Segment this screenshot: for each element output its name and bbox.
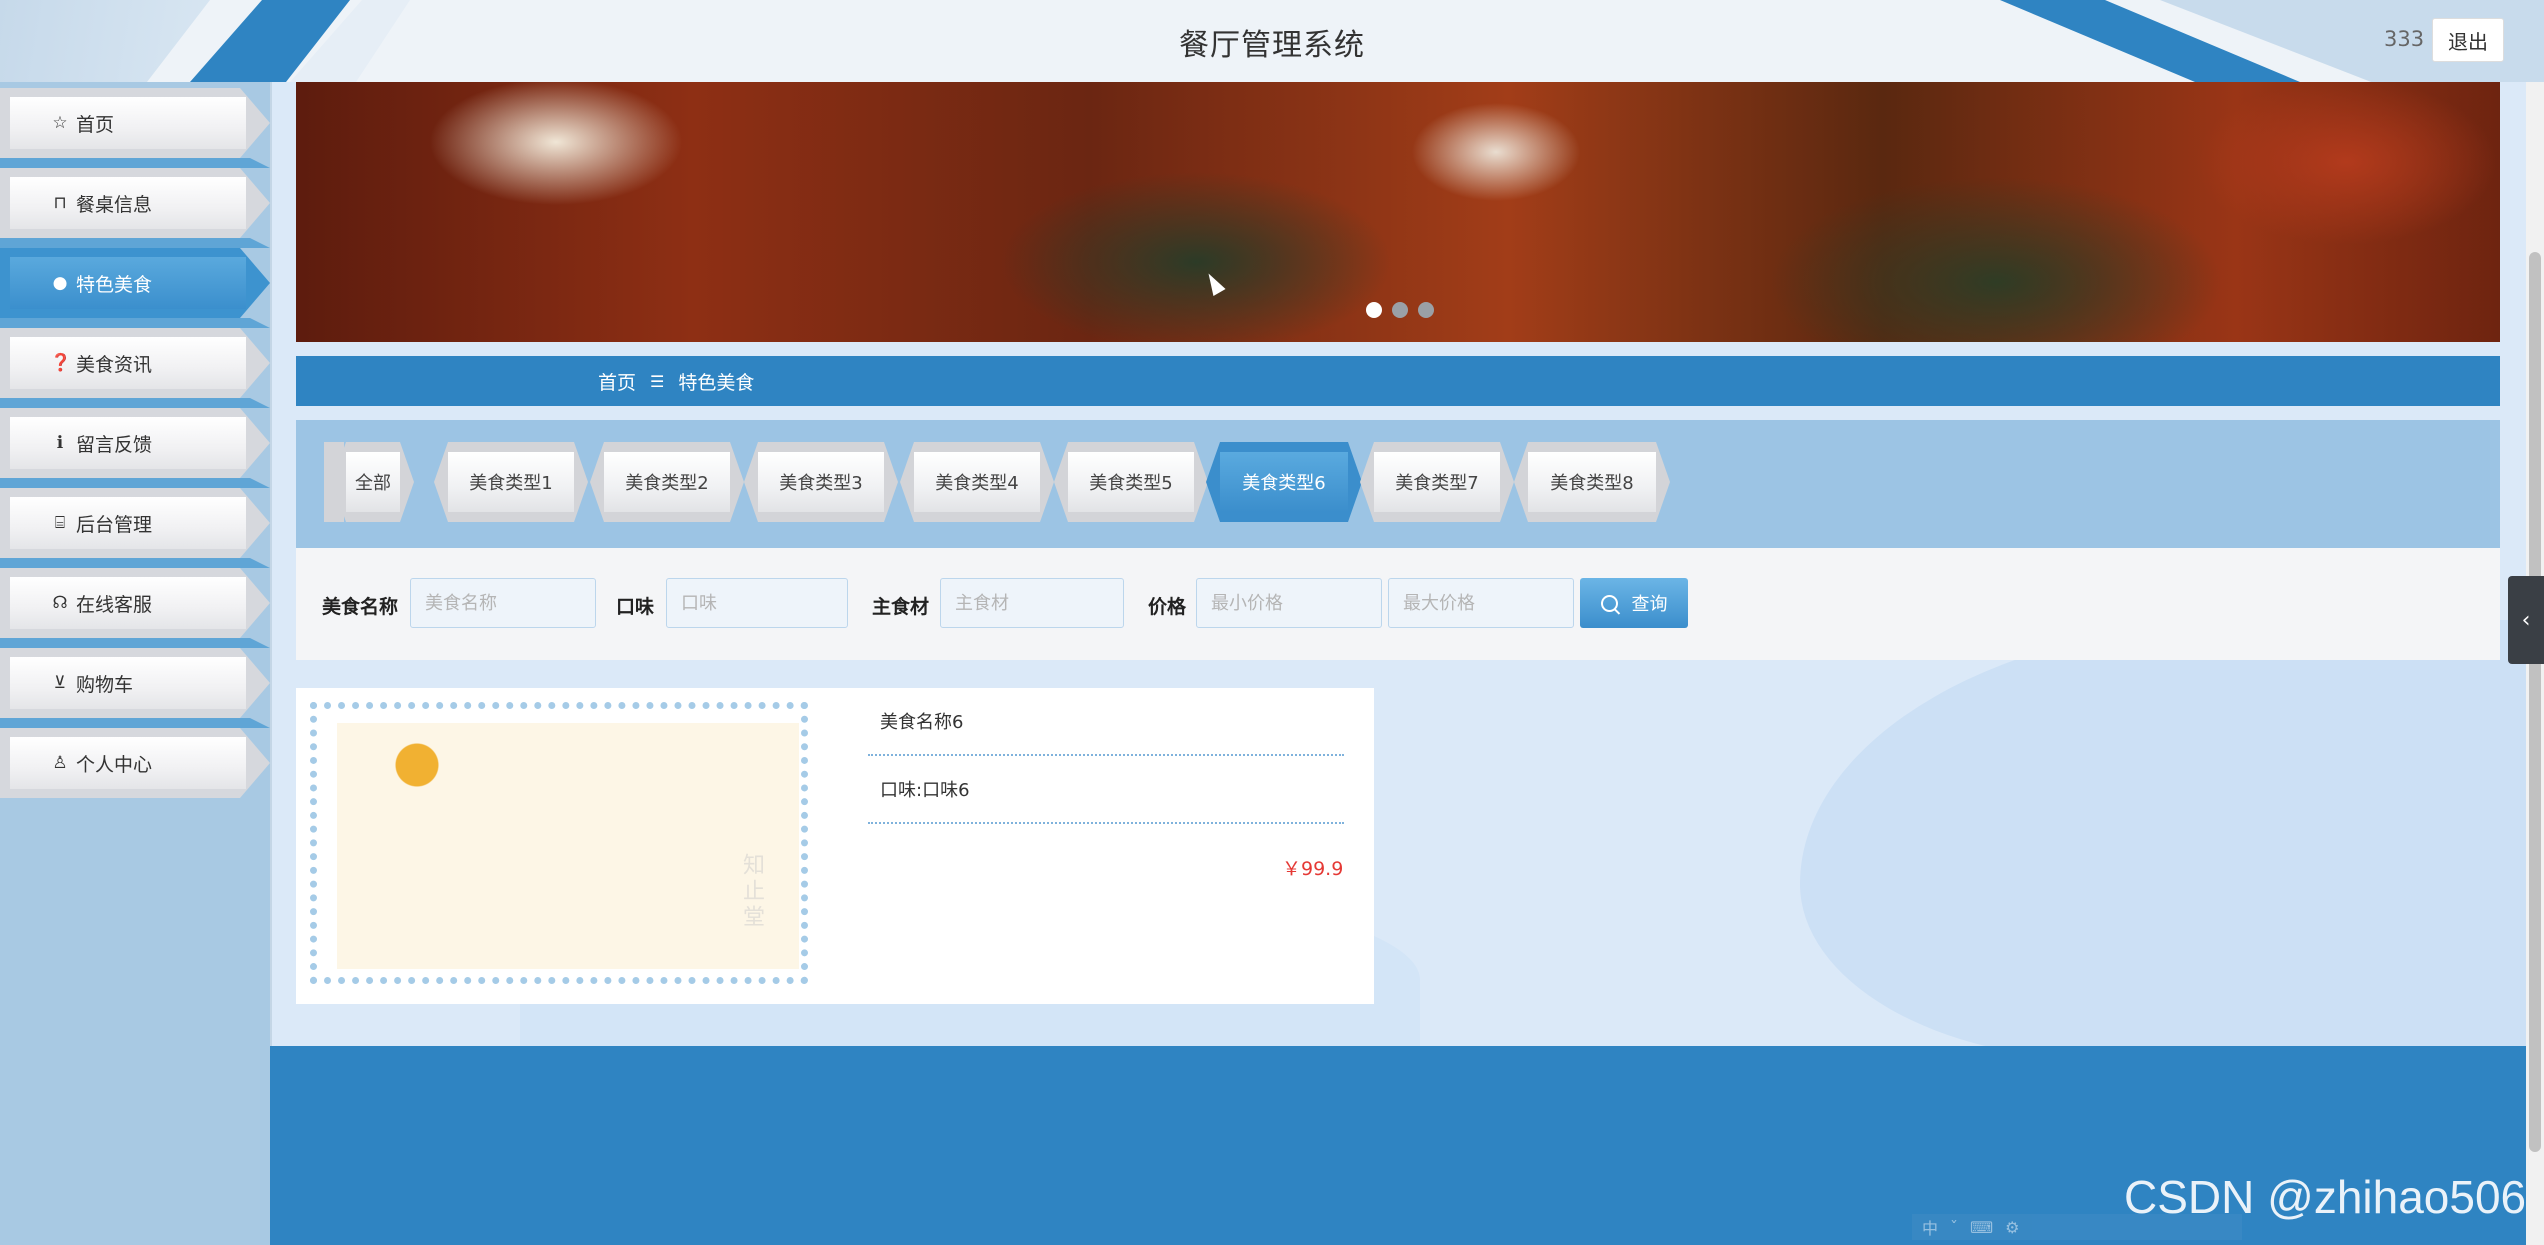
app-title: 餐厅管理系统 <box>1179 28 1365 63</box>
sidebar-item-admin[interactable]: ⌸ 后台管理 <box>0 488 270 568</box>
user-icon: ♙ <box>52 753 68 773</box>
sidebar: ☆ 首页 ⊓ 餐桌信息 ● 特色美食 ❓ 美食资讯 ℹ 留言反馈 ⌸ 后台管理 ☊ 在线客服 … <box>0 82 272 1245</box>
product-price: ￥99.9 <box>1282 858 1344 880</box>
tab-label: 美食类型7 <box>1374 452 1500 512</box>
product-card[interactable]: 知止堂 美食名称6 口味:口味6 ￥99.9 <box>296 688 1374 1004</box>
price-label: 价格 <box>1148 596 1187 618</box>
search-button-label: 查询 <box>1631 594 1668 615</box>
header-bar: 餐厅管理系统 333 退出 <box>0 0 2544 82</box>
tab-label: 美食类型3 <box>758 452 884 512</box>
min-price-input[interactable] <box>1196 578 1382 628</box>
carousel-dot-3[interactable] <box>1418 302 1434 318</box>
sidebar-item-profile[interactable]: ♙ 个人中心 <box>0 728 270 798</box>
breadcrumb: 首页 ☰ 特色美食 <box>296 356 2500 406</box>
chevron-left-icon[interactable]: ‹ <box>2508 576 2544 664</box>
gear-icon: ⚙ <box>2005 1217 2020 1237</box>
tab-label: 美食类型5 <box>1068 452 1194 512</box>
sidebar-item-label: 餐桌信息 <box>76 193 153 216</box>
max-price-input[interactable] <box>1388 578 1574 628</box>
question-icon: ❓ <box>50 353 72 373</box>
info-icon: ℹ <box>56 433 64 453</box>
cart-icon: ⊻ <box>53 673 67 693</box>
tab-food-type-5[interactable]: 美食类型5 <box>1054 442 1208 522</box>
breadcrumb-home-link[interactable]: 首页 <box>598 368 636 395</box>
tab-food-type-2[interactable]: 美食类型2 <box>590 442 744 522</box>
headset-icon: ☊ <box>52 593 68 613</box>
ingredient-input[interactable] <box>940 578 1124 628</box>
sidebar-item-label: 购物车 <box>76 673 134 696</box>
breadcrumb-current: 特色美食 <box>678 371 755 394</box>
tab-all[interactable]: 全部 <box>332 442 414 522</box>
food-name-label: 美食名称 <box>322 596 399 618</box>
product-name: 美食名称6 <box>868 688 1344 756</box>
tab-food-type-3[interactable]: 美食类型3 <box>744 442 898 522</box>
sidebar-item-online-service[interactable]: ☊ 在线客服 <box>0 568 270 648</box>
sidebar-item-label: 特色美食 <box>76 273 153 296</box>
sidebar-item-label: 在线客服 <box>76 593 153 616</box>
category-tabs: 全部 美食类型1 美食类型2 美食类型3 美食类型4 美食类型5 美食类型6 美… <box>296 420 2500 548</box>
bag-icon: ⊓ <box>53 193 67 213</box>
sidebar-item-label: 美食资讯 <box>76 353 153 376</box>
food-name-input[interactable] <box>410 578 596 628</box>
tab-label: 美食类型4 <box>914 452 1040 512</box>
keyboard-icon: ⌨ <box>1970 1217 1994 1237</box>
background-wave <box>1800 620 2544 1060</box>
star-icon: ☆ <box>52 113 68 133</box>
search-bar: 美食名称 口味 主食材 价格 查询 <box>296 548 2500 660</box>
tab-food-type-7[interactable]: 美食类型7 <box>1360 442 1514 522</box>
sidebar-item-label: 后台管理 <box>76 513 153 536</box>
ingredient-label: 主食材 <box>872 596 930 618</box>
product-photo-frame: 知止堂 <box>310 702 808 984</box>
sidebar-item-label: 留言反馈 <box>76 433 153 456</box>
sidebar-item-tables[interactable]: ⊓ 餐桌信息 <box>0 168 270 248</box>
menu-icon: ☰ <box>650 371 665 391</box>
search-button[interactable]: 查询 <box>1580 578 1688 628</box>
search-icon <box>1600 594 1618 612</box>
tab-label: 美食类型6 <box>1220 452 1348 512</box>
sidebar-item-home[interactable]: ☆ 首页 <box>0 88 270 168</box>
watermark-text: CSDN @zhihao506 <box>2124 1171 2527 1223</box>
photo-watermark-text: 知止堂 <box>739 853 764 931</box>
circle-icon: ● <box>52 273 68 293</box>
ime-punctuation-icon: ˇ <box>1950 1217 1959 1237</box>
sidebar-item-specialty-food[interactable]: ● 特色美食 <box>0 248 270 328</box>
sidebar-item-feedback[interactable]: ℹ 留言反馈 <box>0 408 270 488</box>
sidebar-item-label: 首页 <box>76 113 115 136</box>
carousel-dot-2[interactable] <box>1392 302 1408 318</box>
sidebar-item-food-news[interactable]: ❓ 美食资讯 <box>0 328 270 408</box>
briefcase-icon: ⌸ <box>54 513 66 533</box>
tab-food-type-8[interactable]: 美食类型8 <box>1514 442 1670 522</box>
username: 333 <box>2384 27 2425 51</box>
tab-label: 美食类型2 <box>604 452 730 512</box>
carousel-dot-1[interactable] <box>1366 302 1382 318</box>
tab-label: 美食类型8 <box>1528 452 1656 512</box>
sidebar-item-label: 个人中心 <box>76 753 153 776</box>
flavor-label: 口味 <box>616 596 655 618</box>
flavor-input[interactable] <box>666 578 848 628</box>
scrollbar-thumb[interactable] <box>2529 252 2541 1152</box>
logout-button[interactable]: 退出 <box>2432 18 2504 62</box>
tab-food-type-4[interactable]: 美食类型4 <box>900 442 1054 522</box>
tab-food-type-1[interactable]: 美食类型1 <box>434 442 588 522</box>
tab-food-type-6[interactable]: 美食类型6 <box>1206 442 1362 522</box>
sidebar-item-cart[interactable]: ⊻ 购物车 <box>0 648 270 728</box>
product-flavor: 口味:口味6 <box>868 756 1344 824</box>
product-photo[interactable]: 知止堂 <box>337 723 799 969</box>
tab-label: 美食类型1 <box>448 452 574 512</box>
ime-chinese-icon: 中 <box>1922 1219 1939 1238</box>
carousel-indicators <box>1366 302 1434 318</box>
tab-label: 全部 <box>346 452 400 512</box>
